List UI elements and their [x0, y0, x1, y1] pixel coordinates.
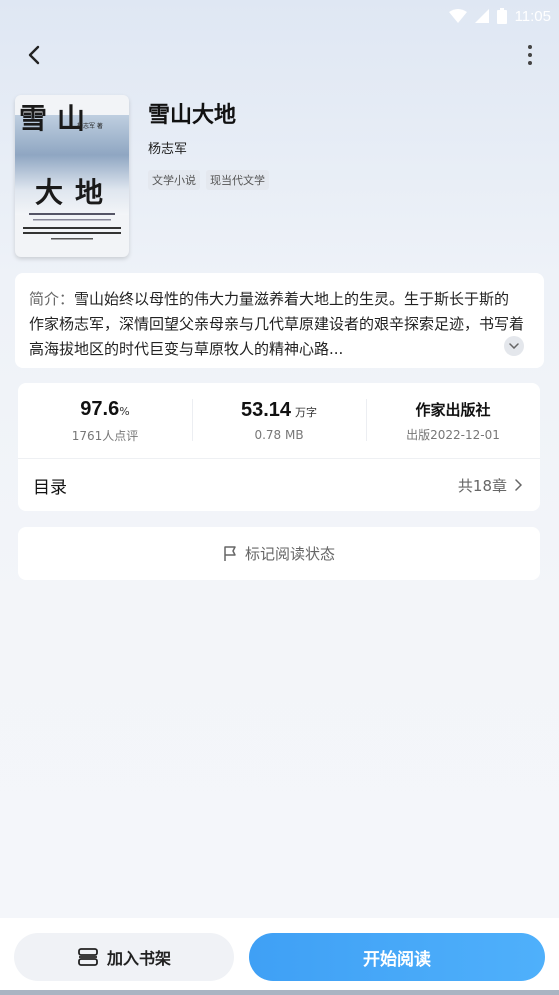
- description-card: 简介：雪山始终以母性的伟大力量滋养着大地上的生灵。生于斯长于斯的作家杨志军，深情…: [15, 273, 544, 368]
- toc-count: 共18章: [457, 476, 507, 495]
- chevron-right-icon: [515, 479, 522, 491]
- toc-row[interactable]: 目录 共18章: [18, 459, 540, 511]
- top-bar: [0, 36, 559, 74]
- more-options-button[interactable]: [523, 40, 537, 70]
- publisher-name: 作家出版社: [415, 400, 491, 419]
- rating-count: 1761人点评: [71, 428, 139, 443]
- bottom-action-bar: 加入书架 开始阅读: [0, 918, 559, 995]
- more-vertical-icon: [528, 45, 532, 65]
- system-nav-bar: [0, 990, 559, 995]
- cover-fine-print: [21, 213, 123, 246]
- description-body: 雪山始终以母性的伟大力量滋养着大地上的生灵。生于斯长于斯的作家杨志军，深情回望父…: [29, 290, 525, 358]
- publisher-stat: 作家出版社 出版2022-12-01: [366, 383, 540, 458]
- file-size: 0.78 MB: [254, 428, 304, 442]
- signal-icon: [474, 9, 489, 23]
- start-reading-button[interactable]: 开始阅读: [249, 933, 545, 981]
- cover-title-bottom: 大地: [35, 176, 116, 209]
- book-title: 雪山大地: [148, 103, 237, 128]
- mark-reading-status-button[interactable]: 标记阅读状态: [18, 527, 540, 580]
- rating-value: 97.6: [80, 397, 120, 420]
- book-tags: 文学小说 现当代文学: [148, 170, 269, 190]
- word-count-value: 53.14: [240, 399, 292, 421]
- word-count-stat: 53.14 万字 0.78 MB: [192, 383, 366, 458]
- book-author[interactable]: 杨志军: [148, 138, 187, 157]
- chevron-down-icon: [509, 343, 519, 349]
- cover-author: 杨志军 著: [77, 123, 103, 130]
- rating-unit: %: [119, 404, 130, 418]
- expand-description-button[interactable]: [504, 336, 524, 356]
- flag-icon: [224, 545, 236, 561]
- toc-count-group: 共18章: [458, 475, 522, 496]
- wifi-icon: [448, 9, 467, 23]
- book-cover[interactable]: 雪山 杨志军 著 大地: [15, 95, 129, 257]
- tag-chip[interactable]: 现当代文学: [206, 170, 269, 190]
- publish-date: 出版2022-12-01: [406, 427, 500, 442]
- bookshelf-icon: [78, 948, 98, 966]
- tag-chip[interactable]: 文学小说: [148, 170, 200, 190]
- start-reading-label: 开始阅读: [363, 949, 431, 970]
- add-to-shelf-label: 加入书架: [106, 949, 171, 968]
- stats-row: 97.6% 1761人点评 53.14 万字 0.78 MB 作家出版社 出版20…: [18, 383, 540, 458]
- add-to-shelf-button[interactable]: 加入书架: [14, 933, 234, 981]
- word-count-unit: 万字: [295, 406, 318, 419]
- back-button[interactable]: [20, 40, 48, 70]
- status-time: 11:05: [514, 7, 551, 25]
- rating-stat[interactable]: 97.6% 1761人点评: [18, 383, 192, 458]
- cover-title-top: 雪山: [19, 102, 96, 135]
- description-text: 简介：雪山始终以母性的伟大力量滋养着大地上的生灵。生于斯长于斯的作家杨志军，深情…: [29, 287, 524, 362]
- status-bar: 11:05: [0, 0, 559, 32]
- chevron-left-icon: [28, 45, 40, 65]
- toc-label: 目录: [33, 477, 67, 498]
- mark-reading-status-label: 标记阅读状态: [244, 545, 335, 563]
- battery-icon: [496, 8, 507, 24]
- stats-card: 97.6% 1761人点评 53.14 万字 0.78 MB 作家出版社 出版20…: [18, 383, 540, 511]
- description-prefix: 简介：: [29, 290, 75, 308]
